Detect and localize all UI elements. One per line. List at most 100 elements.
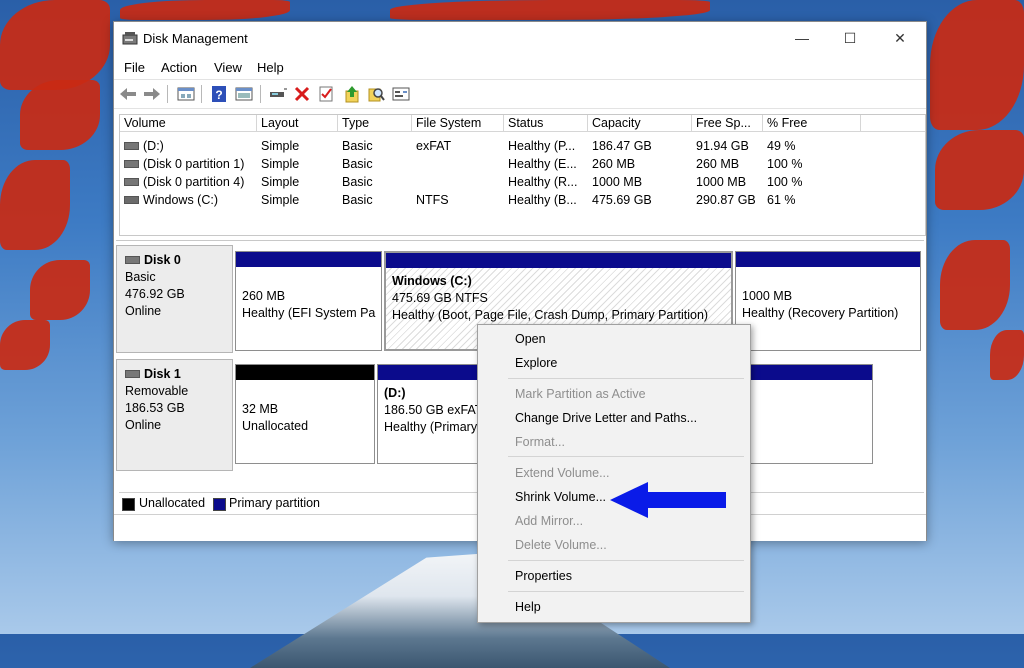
delete-icon[interactable]: [292, 84, 312, 104]
disk-size: 186.53 GB: [125, 401, 185, 415]
cell-status: Healthy (R...: [508, 175, 578, 189]
partition-status: Healthy (EFI System Pa: [242, 306, 376, 320]
cell-volume: (Disk 0 partition 4): [143, 175, 245, 189]
cell-status: Healthy (B...: [508, 193, 577, 207]
drive-icon: [124, 141, 139, 150]
window-title: Disk Management: [143, 31, 248, 46]
table-row[interactable]: Windows (C:) Simple Basic NTFS Healthy (…: [120, 191, 925, 209]
partition-size: 475.69 GB NTFS: [392, 291, 488, 305]
ctx-open[interactable]: Open: [478, 328, 750, 350]
disk-size: 476.92 GB: [125, 287, 185, 301]
volume-list: Volume Layout Type File System Status Ca…: [119, 114, 926, 236]
table-row[interactable]: (Disk 0 partition 1) Simple Basic Health…: [120, 155, 925, 173]
col-status[interactable]: Status: [504, 115, 588, 132]
import-icon[interactable]: [342, 84, 362, 104]
disk-management-icon: [122, 32, 138, 45]
cell-percent-free: 61 %: [767, 193, 796, 207]
partition-status: Unallocated: [242, 419, 309, 433]
svg-text:?: ?: [215, 88, 222, 102]
col-file-system[interactable]: File System: [412, 115, 504, 132]
col-volume[interactable]: Volume: [120, 115, 257, 132]
cell-free-space: 1000 MB: [696, 175, 747, 189]
partition-status: Healthy (Recovery Partition): [742, 306, 899, 320]
disk-0-label[interactable]: Disk 0 Basic 476.92 GB Online: [116, 245, 233, 353]
minimize-button[interactable]: —: [780, 26, 824, 50]
drive-icon: [124, 177, 139, 186]
close-button[interactable]: ✕: [878, 26, 922, 50]
cell-layout: Simple: [261, 175, 300, 189]
context-menu: Open Explore Mark Partition as Active Ch…: [477, 324, 751, 623]
col-percent-free[interactable]: % Free: [763, 115, 861, 132]
ctx-format[interactable]: Format...: [478, 431, 750, 453]
maximize-button[interactable]: ☐: [828, 26, 872, 50]
drive-icon: [124, 159, 139, 168]
partition-status: Healthy (Boot, Page File, Crash Dump, Pr…: [392, 308, 709, 322]
back-icon[interactable]: [118, 84, 138, 104]
cell-capacity: 186.47 GB: [592, 139, 652, 153]
cell-free-space: 260 MB: [696, 157, 740, 171]
disk-1-label[interactable]: Disk 1 Removable 186.53 GB Online: [116, 359, 233, 471]
cell-capacity: 260 MB: [592, 157, 636, 171]
disk-state: Online: [125, 418, 162, 432]
ctx-delete-volume[interactable]: Delete Volume...: [478, 534, 750, 556]
cell-capacity: 475.69 GB: [592, 193, 652, 207]
partition-efi[interactable]: 260 MB Healthy (EFI System Pa: [235, 251, 382, 351]
ctx-properties[interactable]: Properties: [478, 565, 750, 587]
disk-kind: Removable: [125, 384, 189, 398]
table-row[interactable]: (Disk 0 partition 4) Simple Basic Health…: [120, 173, 925, 191]
menu-help[interactable]: Help: [257, 60, 284, 75]
disk-name: Disk 1: [144, 367, 181, 381]
partition-title: Windows (C:): [392, 274, 472, 288]
cell-free-space: 290.87 GB: [696, 193, 756, 207]
disk-state: Online: [125, 304, 162, 318]
drive-icon: [124, 195, 139, 204]
cell-file-system: exFAT: [416, 139, 452, 153]
table-row[interactable]: (D:) Simple Basic exFAT Healthy (P... 18…: [120, 137, 925, 155]
cell-type: Basic: [342, 157, 373, 171]
cell-layout: Simple: [261, 157, 300, 171]
col-layout[interactable]: Layout: [257, 115, 338, 132]
col-type[interactable]: Type: [338, 115, 412, 132]
disk-icon: [125, 369, 140, 378]
col-capacity[interactable]: Capacity: [588, 115, 692, 132]
menu-view[interactable]: View: [214, 60, 242, 75]
ctx-change-drive-letter[interactable]: Change Drive Letter and Paths...: [478, 407, 750, 429]
connect-icon[interactable]: [268, 84, 288, 104]
cell-volume: (D:): [143, 139, 164, 153]
legend-primary: Primary partition: [229, 496, 320, 510]
legend-unallocated-swatch: [122, 498, 135, 511]
cell-layout: Simple: [261, 193, 300, 207]
cell-capacity: 1000 MB: [592, 175, 643, 189]
annotation-arrow-icon: [610, 482, 726, 518]
menu-file[interactable]: File: [124, 60, 145, 75]
ctx-explore[interactable]: Explore: [478, 352, 750, 374]
settings-icon[interactable]: [391, 84, 411, 104]
cell-type: Basic: [342, 193, 373, 207]
cell-status: Healthy (P...: [508, 139, 576, 153]
cell-volume: Windows (C:): [143, 193, 219, 207]
view-icon[interactable]: [234, 84, 254, 104]
partition-unallocated[interactable]: 32 MB Unallocated: [235, 364, 375, 464]
col-free-space[interactable]: Free Sp...: [692, 115, 763, 132]
cell-status: Healthy (E...: [508, 157, 577, 171]
check-icon[interactable]: [316, 84, 336, 104]
cell-percent-free: 49 %: [767, 139, 796, 153]
volume-list-header: Volume Layout Type File System Status Ca…: [120, 115, 925, 133]
partition-size: 32 MB: [242, 402, 279, 416]
title-bar: Disk Management — ☐ ✕: [114, 22, 926, 54]
ctx-help[interactable]: Help: [478, 596, 750, 618]
cell-type: Basic: [342, 175, 373, 189]
forward-icon[interactable]: [142, 84, 162, 104]
legend-primary-swatch: [213, 498, 226, 511]
help-icon[interactable]: ?: [209, 84, 229, 104]
menu-action[interactable]: Action: [161, 60, 197, 75]
ctx-mark-active[interactable]: Mark Partition as Active: [478, 383, 750, 405]
partition-recovery[interactable]: 1000 MB Healthy (Recovery Partition): [735, 251, 921, 351]
cell-free-space: 91.94 GB: [696, 139, 749, 153]
disk-icon: [125, 255, 140, 264]
disk-name: Disk 0: [144, 253, 181, 267]
cell-layout: Simple: [261, 139, 300, 153]
legend-unallocated: Unallocated: [139, 496, 206, 510]
search-icon[interactable]: [366, 84, 386, 104]
properties-icon[interactable]: [176, 84, 196, 104]
